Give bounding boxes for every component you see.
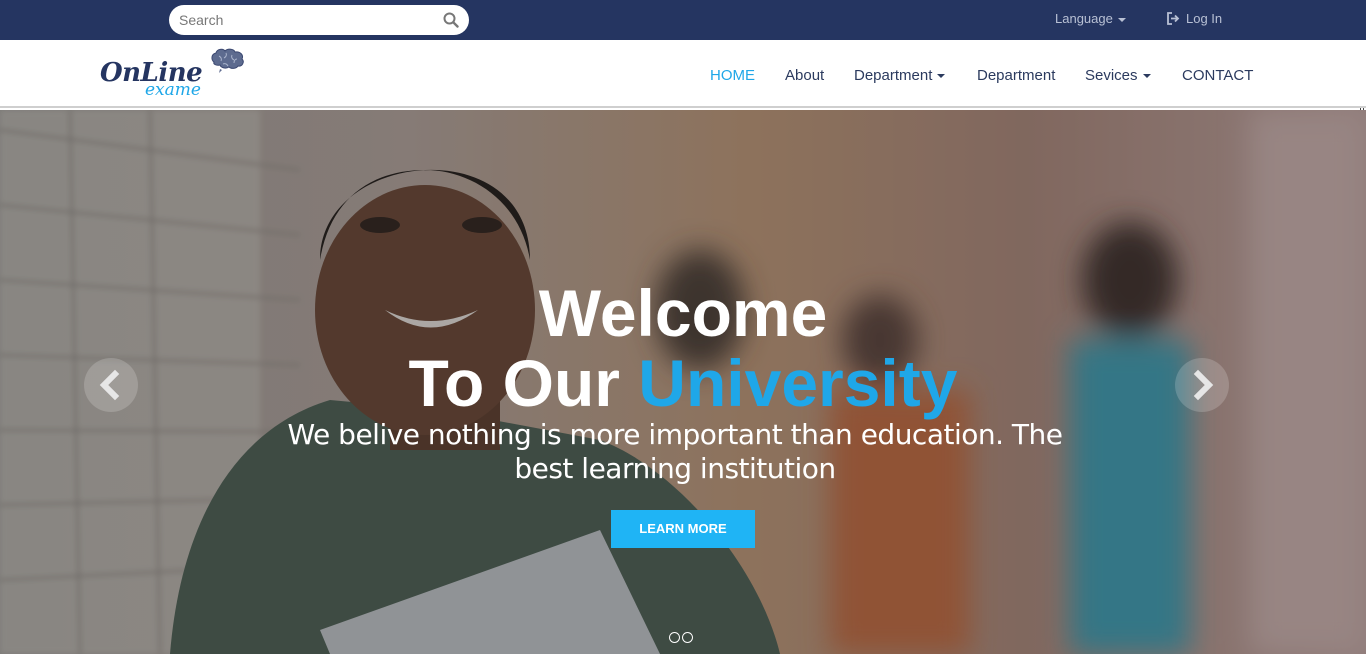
nav-department[interactable]: Department	[977, 67, 1055, 84]
chevron-down-icon	[1117, 17, 1126, 22]
logo-text-exame: exame	[145, 80, 201, 100]
hero-subtitle: We belive nothing is more important than…	[287, 418, 1064, 485]
hero-title-prefix: To Our	[408, 346, 620, 420]
nav-services-dropdown[interactable]: Sevices	[1085, 67, 1151, 84]
nav-department-label: Department	[854, 67, 933, 84]
nav-department-dropdown[interactable]: Department	[854, 67, 946, 84]
log-in-icon	[1167, 12, 1180, 25]
carousel-prev-button[interactable]	[84, 358, 138, 412]
carousel-next-button[interactable]	[1175, 358, 1229, 412]
hero-title-accent: University	[638, 346, 958, 420]
nav-services-label: Sevices	[1085, 67, 1138, 84]
nav-contact[interactable]: CONTACT	[1182, 67, 1253, 84]
hero-title-line1: Welcome	[538, 276, 828, 350]
search-input[interactable]	[179, 9, 429, 31]
carousel-indicators	[669, 632, 693, 643]
nav-about[interactable]: About	[785, 67, 824, 84]
carousel-indicator-2[interactable]	[682, 632, 693, 643]
site-logo[interactable]: OnLine exame	[100, 48, 250, 100]
nav-home[interactable]: HOME	[710, 67, 755, 84]
login-label: Log In	[1186, 11, 1223, 26]
search-icon[interactable]	[443, 12, 459, 28]
chevron-down-icon	[937, 74, 946, 79]
learn-more-button[interactable]: LEARN MORE	[611, 510, 755, 548]
search-box[interactable]	[169, 5, 469, 35]
nav-home-label: HOME	[710, 67, 755, 84]
language-label: Language	[1055, 11, 1113, 26]
nav-department-2-label: Department	[977, 67, 1056, 84]
chevron-right-icon	[1193, 369, 1214, 401]
brain-icon	[211, 48, 244, 73]
language-dropdown[interactable]: Language	[1055, 11, 1126, 26]
nav-about-label: About	[785, 67, 825, 84]
carousel-indicator-1[interactable]	[669, 632, 680, 643]
main-navbar: OnLine exame HOME About Department Depar…	[0, 40, 1366, 108]
hero-title-line2: To Our University	[0, 348, 1366, 418]
login-link[interactable]: Log In	[1166, 11, 1222, 26]
top-bar: Language Log In	[0, 0, 1366, 40]
chevron-down-icon	[1142, 74, 1151, 79]
hero-carousel: Welcome To Our University We belive noth…	[0, 110, 1366, 654]
chevron-left-icon	[99, 369, 120, 401]
nav-contact-label: CONTACT	[1182, 67, 1254, 84]
